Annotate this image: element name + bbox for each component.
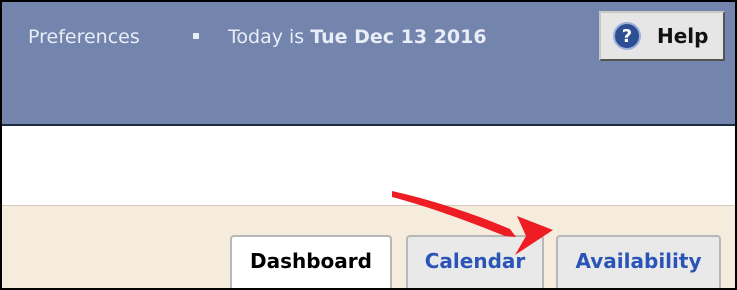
app-window: Preferences Today is Tue Dec 13 2016 ? H…: [0, 0, 737, 290]
top-navigation-bar: Preferences Today is Tue Dec 13 2016 ? H…: [2, 2, 735, 126]
question-mark-circle-icon: ?: [613, 22, 641, 50]
separator-dot: [193, 33, 199, 39]
tab-availability-label: Availability: [575, 249, 702, 273]
tab-strip: Dashboard Calendar Availability: [2, 205, 735, 288]
today-prefix: Today is: [228, 26, 305, 48]
today-date-text: Today is Tue Dec 13 2016: [228, 26, 487, 48]
help-button[interactable]: ? Help: [599, 11, 725, 61]
tab-dashboard[interactable]: Dashboard: [230, 235, 392, 288]
today-date: Tue Dec 13 2016: [310, 26, 487, 48]
tab-calendar-label: Calendar: [424, 249, 526, 273]
tab-availability[interactable]: Availability: [556, 235, 721, 288]
tab-calendar[interactable]: Calendar: [406, 235, 544, 288]
preferences-link[interactable]: Preferences: [28, 26, 140, 48]
tab-dashboard-label: Dashboard: [250, 249, 372, 273]
help-button-label: Help: [657, 24, 709, 48]
